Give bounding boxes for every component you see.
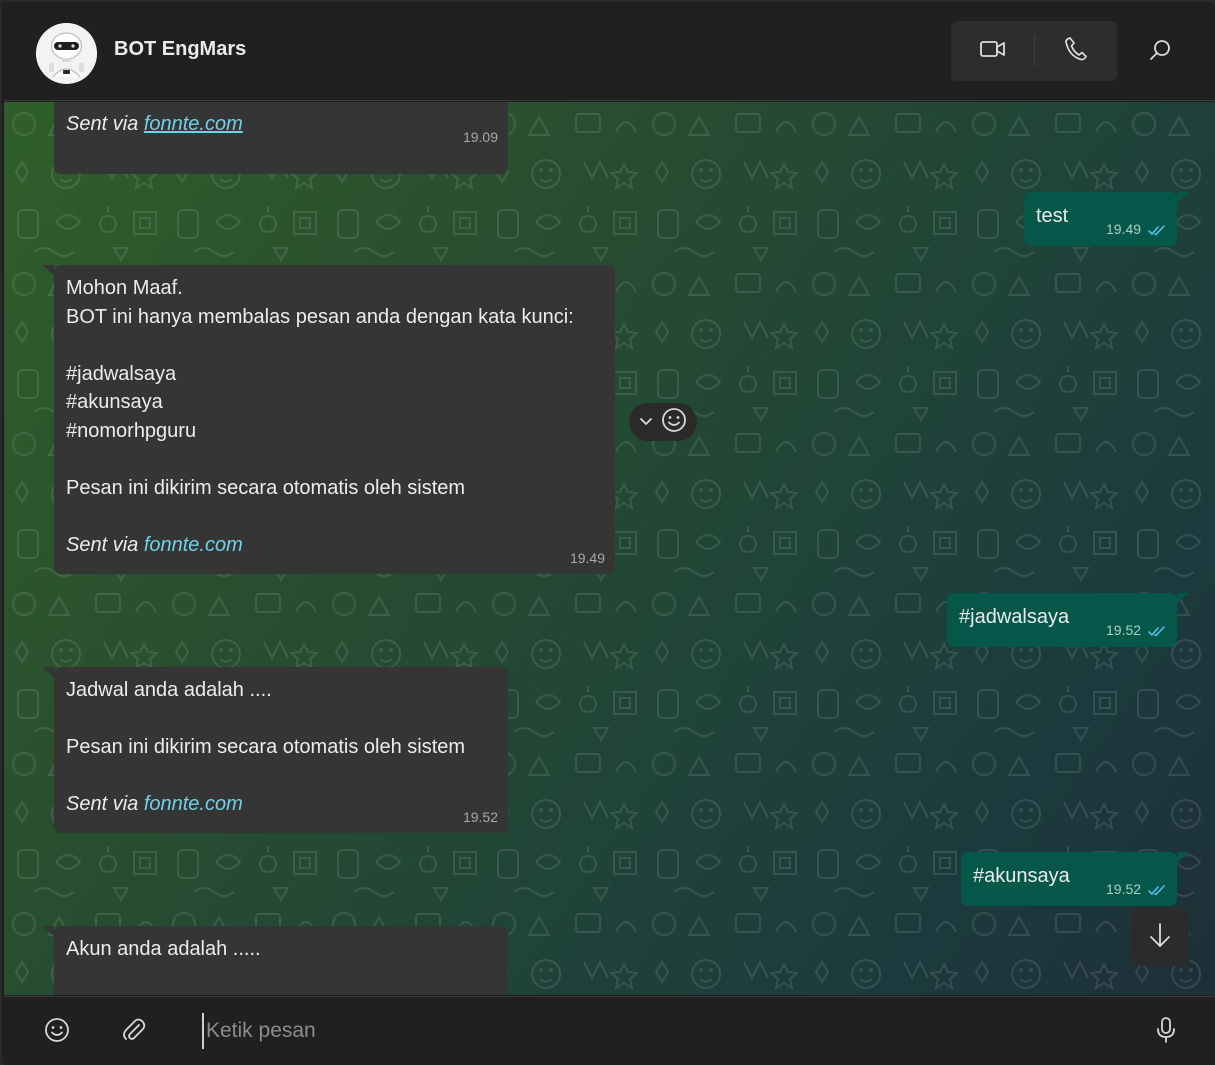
message-text: #jadwalsaya <box>959 606 1070 628</box>
video-call-button[interactable] <box>951 21 1034 81</box>
message-time: 19.52 <box>462 809 498 825</box>
fonnte-link[interactable]: fonnte.com <box>144 793 243 815</box>
avatar[interactable] <box>36 23 97 84</box>
smiley-icon <box>44 1017 70 1048</box>
voice-call-button[interactable] <box>1034 21 1117 81</box>
phone-icon <box>1064 36 1087 66</box>
message-line: #nomorhpguru <box>66 419 197 442</box>
chat-title[interactable]: BOT EngMars <box>114 38 246 61</box>
arrow-down-icon <box>1148 921 1172 954</box>
search-button[interactable] <box>1142 34 1178 70</box>
message-line: Mohon Maaf. <box>66 277 183 299</box>
message-incoming[interactable]: Sent via fonnte.com 19.09 <box>54 102 508 174</box>
add-reaction-smiley-icon[interactable] <box>661 407 687 438</box>
message-text: Jadwal anda adalah .... Pesan ini dikiri… <box>66 676 465 819</box>
message-line: Pesan ini dikirim secara otomatis oleh s… <box>66 477 466 500</box>
read-double-tick-icon <box>1148 223 1166 241</box>
bubble-tail <box>42 667 54 677</box>
fonnte-link[interactable]: fonnte.com <box>144 534 243 556</box>
message-time: 19.49 <box>1106 221 1142 237</box>
search-icon <box>1149 39 1171 66</box>
bubble-tail <box>1177 192 1189 202</box>
message-line: Pesan ini dikirim secara otomatis oleh s… <box>66 736 466 759</box>
message-time: 19.49 <box>569 550 605 566</box>
bubble-tail <box>1177 852 1189 862</box>
bubble-tail <box>42 265 54 275</box>
message-time: 19.09 <box>462 129 498 145</box>
message-footer-line: Sent via fonnte.com <box>66 110 243 139</box>
message-text: Mohon Maaf. BOT ini hanya membalas pesan… <box>66 274 574 560</box>
message-actions-pill <box>629 403 697 441</box>
attach-button[interactable] <box>117 1015 151 1049</box>
composer-bar <box>4 996 1215 1065</box>
microphone-icon <box>1156 1016 1176 1049</box>
chevron-down-icon[interactable] <box>639 413 653 431</box>
call-button-group <box>951 21 1117 81</box>
bubble-tail <box>1177 593 1189 603</box>
sent-via-text: Sent via <box>66 113 139 135</box>
message-input[interactable] <box>202 1013 1102 1049</box>
voice-message-button[interactable] <box>1149 1015 1183 1049</box>
scroll-to-bottom-button[interactable] <box>1131 908 1189 966</box>
paperclip-icon <box>122 1017 146 1048</box>
chat-header: BOT EngMars <box>4 4 1215 101</box>
message-time: 19.52 <box>1106 881 1142 897</box>
message-outgoing[interactable]: #akunsaya 19.52 <box>961 852 1189 906</box>
fonnte-link[interactable]: fonnte.com <box>144 113 243 135</box>
message-incoming[interactable]: Mohon Maaf. BOT ini hanya membalas pesan… <box>42 265 615 574</box>
read-double-tick-icon <box>1148 883 1166 901</box>
message-line: #akunsaya <box>66 391 163 414</box>
emoji-button[interactable] <box>40 1015 74 1049</box>
video-camera-icon <box>979 39 1006 64</box>
message-outgoing[interactable]: test 19.49 <box>1024 192 1189 246</box>
sent-via-text: Sent via <box>66 534 139 557</box>
message-incoming[interactable]: Akun anda adalah ..... <box>42 926 508 995</box>
message-outgoing[interactable]: #jadwalsaya 19.52 <box>947 593 1189 647</box>
read-double-tick-icon <box>1148 624 1166 642</box>
chat-messages-area[interactable]: Sent via fonnte.com 19.09 test 19.49 Moh… <box>4 102 1215 995</box>
sent-via-text: Sent via <box>66 793 139 816</box>
message-time: 19.52 <box>1106 622 1142 638</box>
message-incoming[interactable]: Jadwal anda adalah .... Pesan ini dikiri… <box>42 667 508 833</box>
message-text: Akun anda adalah ..... <box>66 938 261 960</box>
message-line: Jadwal anda adalah .... <box>66 679 272 701</box>
message-text: test <box>1036 205 1069 227</box>
message-line: BOT ini hanya membalas pesan anda dengan… <box>66 305 574 328</box>
message-text: #akunsaya <box>973 865 1070 887</box>
message-line: #jadwalsaya <box>66 362 177 385</box>
app-window: BOT EngMars Sent via fonnte.com 19.09 te… <box>0 0 1215 1065</box>
bubble-tail <box>42 926 54 936</box>
